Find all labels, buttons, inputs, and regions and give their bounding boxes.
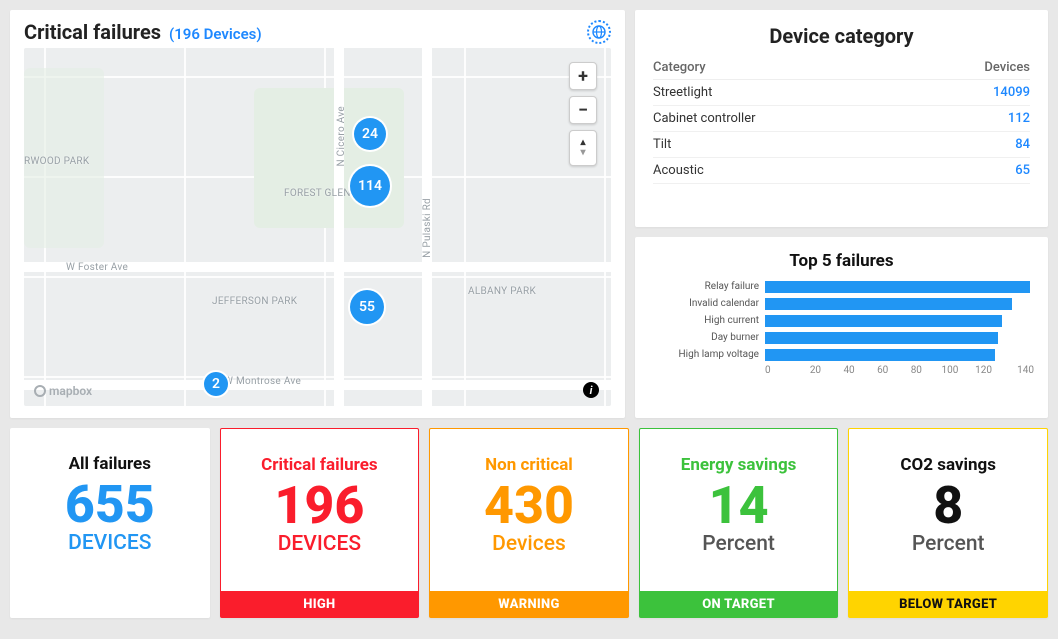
kpi-title: Critical failures [261, 455, 377, 475]
bar-row: High lamp voltage [649, 347, 1034, 363]
kpi-value: 8 [933, 479, 963, 534]
kpi-value: 655 [65, 478, 155, 533]
tick: 0 [765, 365, 799, 376]
zoom-out-button[interactable]: − [569, 96, 597, 124]
kpi-unit: Percent [912, 532, 985, 556]
kpi-title: CO2 savings [900, 455, 996, 475]
bar-row: Day burner [649, 330, 1034, 346]
bar-label: High lamp voltage [649, 349, 759, 360]
tick: 140 [1000, 365, 1034, 376]
category-name: Streetlight [653, 80, 914, 106]
map-controls: + − ▴ ▾ [569, 62, 597, 166]
kpi-card[interactable]: All failures 655DEVICES [10, 428, 210, 618]
tick: 120 [967, 365, 1001, 376]
kpi-badge: BELOW TARGET [849, 591, 1047, 617]
category-name: Tilt [653, 132, 914, 158]
map-title: Critical failures [24, 20, 161, 44]
bar[interactable] [765, 315, 1002, 327]
tick: 60 [866, 365, 900, 376]
bar-label: Day burner [649, 332, 759, 343]
kpi-unit: DEVICES [68, 531, 151, 555]
kpi-value: 430 [484, 479, 574, 534]
table-row: Streetlight 14099 [653, 80, 1030, 106]
device-count-link[interactable]: 84 [1015, 137, 1030, 152]
bar[interactable] [765, 332, 998, 344]
table-row: Cabinet controller 112 [653, 106, 1030, 132]
bar-row: Invalid calendar [649, 296, 1034, 312]
map-label: N Cicero Ave [336, 106, 347, 167]
top-failures-title: Top 5 failures [649, 251, 1034, 271]
bar-label: Relay failure [649, 281, 759, 292]
map-label: JEFFERSON PARK [212, 296, 297, 307]
bar-row: High current [649, 313, 1034, 329]
kpi-title: Energy savings [681, 455, 797, 475]
device-category-title: Device category [653, 24, 1030, 48]
map-label: RWOOD PARK [24, 156, 89, 167]
tick: 20 [799, 365, 833, 376]
col-devices: Devices [914, 56, 1030, 80]
top-failures-card: Top 5 failures Relay failure Invalid cale… [635, 237, 1048, 419]
tick: 40 [832, 365, 866, 376]
cluster-bubble[interactable]: 2 [204, 372, 228, 396]
map-viewport[interactable]: RWOOD PARK FOREST GLEN N Cicero Ave N Pulas… [24, 48, 611, 406]
mapbox-logo: mapbox [34, 384, 92, 398]
kpi-card[interactable]: Non critical 430Devices WARNING [429, 428, 629, 618]
kpi-card[interactable]: CO2 savings 8Percent BELOW TARGET [848, 428, 1048, 618]
category-name: Cabinet controller [653, 106, 914, 132]
bar-label: High current [649, 315, 759, 326]
device-category-table: Category Devices Streetlight 14099 Cabinet… [653, 56, 1030, 184]
bar-row: Relay failure [649, 279, 1034, 295]
kpi-unit: Devices [492, 532, 566, 556]
kpi-title: All failures [69, 454, 151, 474]
kpi-unit: DEVICES [278, 532, 361, 556]
globe-icon[interactable] [587, 20, 611, 44]
cluster-bubble[interactable]: 114 [350, 166, 390, 206]
kpi-badge: ON TARGET [640, 591, 838, 617]
info-icon[interactable]: i [583, 382, 599, 398]
bar[interactable] [765, 298, 1012, 310]
cluster-bubble[interactable]: 24 [354, 118, 386, 150]
kpi-value: 196 [274, 479, 364, 534]
kpi-title: Non critical [485, 455, 573, 475]
chart-x-axis: 020406080100120140 [765, 365, 1034, 376]
kpi-value: 14 [709, 479, 769, 534]
bar[interactable] [765, 281, 1030, 293]
table-row: Acoustic 65 [653, 158, 1030, 184]
map-label: N Pulaski Rd [422, 198, 433, 258]
map-label: ALBANY PARK [468, 286, 536, 297]
top-failures-chart[interactable]: Relay failure Invalid calendar High curren… [649, 279, 1034, 363]
map-label: W Foster Ave [66, 262, 128, 273]
cluster-bubble[interactable]: 55 [350, 290, 384, 324]
kpi-unit: Percent [702, 532, 775, 556]
category-name: Acoustic [653, 158, 914, 184]
kpi-card[interactable]: Critical failures 196DEVICES HIGH [220, 428, 420, 618]
tick: 80 [900, 365, 934, 376]
kpi-badge: WARNING [430, 591, 628, 617]
kpi-row: All failures655DEVICESCritical failures1… [10, 428, 1048, 618]
col-category: Category [653, 56, 914, 80]
table-row: Tilt 84 [653, 132, 1030, 158]
map-device-count[interactable]: (196 Devices) [169, 25, 262, 43]
critical-failures-map-card: Critical failures (196 Devices) RWOOD PA… [10, 10, 625, 418]
bar-label: Invalid calendar [649, 298, 759, 309]
tick: 100 [933, 365, 967, 376]
device-count-link[interactable]: 14099 [993, 85, 1030, 100]
device-count-link[interactable]: 112 [1008, 111, 1030, 126]
map-label: W Montrose Ave [224, 376, 301, 387]
kpi-badge: HIGH [221, 591, 419, 617]
map-label: FOREST GLEN [284, 188, 351, 199]
compass-button[interactable]: ▴ ▾ [569, 130, 597, 166]
device-category-card: Device category Category Devices Streetl… [635, 10, 1048, 227]
device-count-link[interactable]: 65 [1015, 163, 1030, 178]
zoom-in-button[interactable]: + [569, 62, 597, 90]
kpi-card[interactable]: Energy savings 14Percent ON TARGET [639, 428, 839, 618]
bar[interactable] [765, 349, 995, 361]
